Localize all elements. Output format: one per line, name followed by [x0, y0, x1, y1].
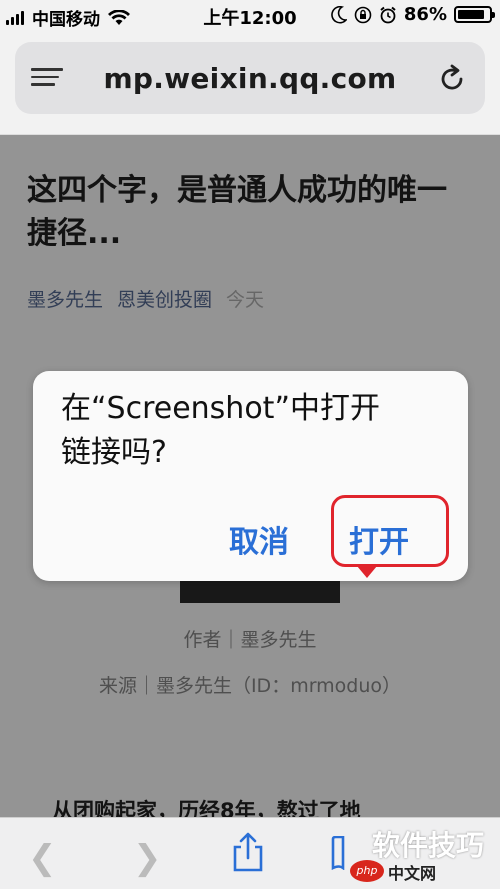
- status-bar: 中国移动 上午12:00 86%: [0, 0, 500, 34]
- forward-icon[interactable]: ❯: [133, 838, 162, 878]
- highlight-annotation: [331, 495, 449, 567]
- alarm-icon: [380, 6, 396, 23]
- moon-icon: [331, 5, 347, 24]
- reload-icon[interactable]: [437, 64, 467, 94]
- watermark-text: 软件技巧: [371, 829, 484, 862]
- highlight-annotation-tail: [357, 566, 377, 578]
- back-icon[interactable]: ❮: [28, 838, 57, 878]
- dialog-message: 在“Screenshot”中打开链接吗?: [61, 391, 380, 470]
- watermark: 软件技巧 php 中文网: [342, 816, 492, 888]
- orientation-lock-icon: [354, 6, 372, 23]
- share-icon[interactable]: [230, 832, 266, 872]
- watermark-badge: php: [350, 860, 384, 882]
- address-bar[interactable]: mp.weixin.qq.com: [15, 42, 485, 114]
- cancel-button[interactable]: 取消: [229, 517, 289, 561]
- battery-percent: 86%: [403, 4, 447, 25]
- battery-icon: [454, 6, 495, 23]
- watermark-sub: 中文网: [388, 864, 437, 883]
- url-text[interactable]: mp.weixin.qq.com: [15, 62, 485, 95]
- browser-address-area: mp.weixin.qq.com: [0, 34, 500, 135]
